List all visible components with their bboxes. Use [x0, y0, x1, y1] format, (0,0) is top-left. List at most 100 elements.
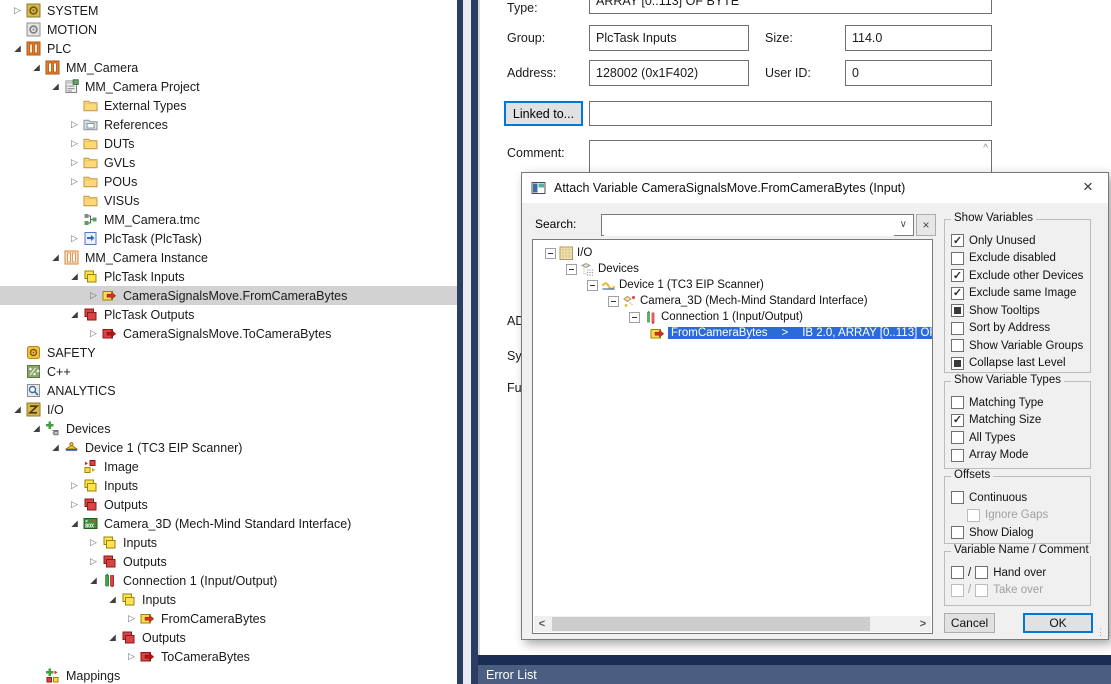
- checkbox-matching-size[interactable]: [951, 414, 964, 427]
- collapsed-arrow-icon[interactable]: ▷: [66, 157, 83, 168]
- tree-item-system[interactable]: ▷SYSTEM: [0, 1, 457, 20]
- dialog-tree-item-i-o[interactable]: I/O: [533, 245, 932, 261]
- dialog-tree-item-fromcamerabytes[interactable]: FromCameraBytes>IB 2.0, ARRAY [0..113] O…: [533, 325, 932, 341]
- option-array-mode[interactable]: Array Mode: [951, 447, 1086, 465]
- type-input[interactable]: [589, 0, 992, 14]
- option-hand-over[interactable]: /Hand over: [951, 564, 1086, 582]
- search-combobox[interactable]: ∨: [601, 214, 914, 236]
- tree-item-i-o[interactable]: ◢I/O: [0, 400, 457, 419]
- expanded-arrow-icon[interactable]: ◢: [66, 518, 83, 529]
- tree-item-c[interactable]: C++: [0, 362, 457, 381]
- dialog-tree-item-device-1-tc3-eip-scanner[interactable]: Device 1 (TC3 EIP Scanner): [533, 277, 932, 293]
- tree-item-outputs[interactable]: ▷Outputs: [0, 552, 457, 571]
- option-exclude-other-devices[interactable]: Exclude other Devices: [951, 267, 1086, 285]
- cancel-button[interactable]: Cancel: [944, 613, 995, 633]
- tree-item-camerasignalsmove-tocamerabytes[interactable]: ▷CameraSignalsMove.ToCameraBytes: [0, 324, 457, 343]
- tree-item-duts[interactable]: ▷DUTs: [0, 134, 457, 153]
- dialog-tree-item-connection-1-input-output[interactable]: Connection 1 (Input/Output): [533, 309, 932, 325]
- tree-item-mappings[interactable]: Mappings: [0, 666, 457, 684]
- checkbox-continuous[interactable]: [951, 491, 964, 504]
- collapsed-arrow-icon[interactable]: ▷: [66, 480, 83, 491]
- collapse-minus-icon[interactable]: [587, 280, 598, 291]
- option-show-tooltips[interactable]: Show Tooltips: [951, 302, 1086, 320]
- expanded-arrow-icon[interactable]: ◢: [28, 423, 45, 434]
- checkbox-matching-type[interactable]: [951, 396, 964, 409]
- checkbox-exclude-same-image[interactable]: [951, 287, 964, 300]
- expanded-arrow-icon[interactable]: ◢: [9, 43, 26, 54]
- collapse-minus-icon[interactable]: [566, 264, 577, 275]
- tree-item-plc[interactable]: ◢PLC: [0, 39, 457, 58]
- expanded-arrow-icon[interactable]: ◢: [47, 252, 64, 263]
- collapsed-arrow-icon[interactable]: ▷: [66, 138, 83, 149]
- expanded-arrow-icon[interactable]: ◢: [66, 309, 83, 320]
- collapsed-arrow-icon[interactable]: ▷: [85, 328, 102, 339]
- tree-item-image[interactable]: Image: [0, 457, 457, 476]
- dialog-titlebar[interactable]: Attach Variable CameraSignalsMove.FromCa…: [522, 173, 1108, 203]
- tree-item-inputs[interactable]: ▷Inputs: [0, 533, 457, 552]
- chevron-down-icon[interactable]: ∨: [900, 219, 907, 230]
- option-all-types[interactable]: All Types: [951, 429, 1086, 447]
- collapse-minus-icon[interactable]: [545, 248, 556, 259]
- checkbox-sort-by-address[interactable]: [951, 322, 964, 335]
- tree-item-pous[interactable]: ▷POUs: [0, 172, 457, 191]
- close-icon[interactable]: ×: [1076, 176, 1100, 198]
- tree-item-gvls[interactable]: ▷GVLs: [0, 153, 457, 172]
- collapsed-arrow-icon[interactable]: ▷: [66, 119, 83, 130]
- tree-item-plctask-inputs[interactable]: ◢PlcTask Inputs: [0, 267, 457, 286]
- expanded-arrow-icon[interactable]: ◢: [28, 62, 45, 73]
- tree-item-outputs[interactable]: ◢Outputs: [0, 628, 457, 647]
- collapse-minus-icon[interactable]: [608, 296, 619, 307]
- scrollbar-thumb[interactable]: [552, 617, 870, 631]
- option-exclude-same-image[interactable]: Exclude same Image: [951, 285, 1086, 303]
- option-only-unused[interactable]: Only Unused: [951, 232, 1086, 250]
- collapsed-arrow-icon[interactable]: ▷: [85, 537, 102, 548]
- option-show-variable-groups[interactable]: Show Variable Groups: [951, 337, 1086, 355]
- tree-item-camera-3d-mech-mind-standard-interface[interactable]: ◢BOXCamera_3D (Mech-Mind Standard Interf…: [0, 514, 457, 533]
- tree-item-mm-camera-instance[interactable]: ◢MM_Camera Instance: [0, 248, 457, 267]
- tree-item-plctask-plctask[interactable]: ▷PlcTask (PlcTask): [0, 229, 457, 248]
- tree-item-plctask-outputs[interactable]: ◢PlcTask Outputs: [0, 305, 457, 324]
- collapsed-arrow-icon[interactable]: ▷: [85, 556, 102, 567]
- checkbox-array-mode[interactable]: [951, 449, 964, 462]
- checkbox-exclude-other-devices[interactable]: [951, 269, 964, 282]
- tree-item-external-types[interactable]: External Types: [0, 96, 457, 115]
- ok-button[interactable]: OK: [1023, 613, 1093, 633]
- tree-item-visus[interactable]: VISUs: [0, 191, 457, 210]
- expanded-arrow-icon[interactable]: ◢: [47, 81, 64, 92]
- collapsed-arrow-icon[interactable]: ▷: [9, 5, 26, 16]
- tree-item-mm-camera-tmc[interactable]: MM_Camera.tmc: [0, 210, 457, 229]
- option-matching-size[interactable]: Matching Size: [951, 412, 1086, 430]
- tree-item-inputs[interactable]: ◢Inputs: [0, 590, 457, 609]
- checkbox-collapse-last-level[interactable]: [951, 357, 964, 370]
- address-input[interactable]: [589, 60, 749, 86]
- checkbox-exclude-disabled[interactable]: [951, 252, 964, 265]
- option-collapse-last-level[interactable]: Collapse last Level: [951, 355, 1086, 373]
- tree-item-fromcamerabytes[interactable]: ▷FromCameraBytes: [0, 609, 457, 628]
- tree-item-safety[interactable]: SAFETY: [0, 343, 457, 362]
- expanded-arrow-icon[interactable]: ◢: [85, 575, 102, 586]
- dialog-tree-item-camera-3d-mech-mind-standard-interface[interactable]: Camera_3D (Mech-Mind Standard Interface): [533, 293, 932, 309]
- tree-item-devices[interactable]: ◢Devices: [0, 419, 457, 438]
- tree-item-camerasignalsmove-fromcamerabytes[interactable]: ▷CameraSignalsMove.FromCameraBytes: [0, 286, 457, 305]
- linked-to-value[interactable]: [589, 101, 992, 126]
- option-sort-by-address[interactable]: Sort by Address: [951, 320, 1086, 338]
- search-clear-button[interactable]: ×: [916, 214, 936, 236]
- linked-to-button[interactable]: Linked to...: [504, 101, 583, 126]
- expanded-arrow-icon[interactable]: ◢: [104, 632, 121, 643]
- tree-item-references[interactable]: ▷References: [0, 115, 457, 134]
- horizontal-scrollbar[interactable]: < >: [534, 616, 931, 632]
- checkbox-all-types[interactable]: [951, 431, 964, 444]
- checkbox-only-unused[interactable]: [951, 234, 964, 247]
- collapsed-arrow-icon[interactable]: ▷: [85, 290, 102, 301]
- option-show-dialog[interactable]: Show Dialog: [951, 524, 1086, 542]
- checkbox-hand-over-2[interactable]: [975, 566, 988, 579]
- checkbox-show-tooltips[interactable]: [951, 304, 964, 317]
- tree-item-outputs[interactable]: ▷Outputs: [0, 495, 457, 514]
- dialog-tree-item-devices[interactable]: Devices: [533, 261, 932, 277]
- tree-item-device-1-tc3-eip-scanner[interactable]: ◢Device 1 (TC3 EIP Scanner): [0, 438, 457, 457]
- collapsed-arrow-icon[interactable]: ▷: [123, 651, 140, 662]
- tree-item-tocamerabytes[interactable]: ▷ToCameraBytes: [0, 647, 457, 666]
- collapsed-arrow-icon[interactable]: ▷: [66, 176, 83, 187]
- scroll-left-icon[interactable]: <: [534, 616, 550, 632]
- expanded-arrow-icon[interactable]: ◢: [9, 404, 26, 415]
